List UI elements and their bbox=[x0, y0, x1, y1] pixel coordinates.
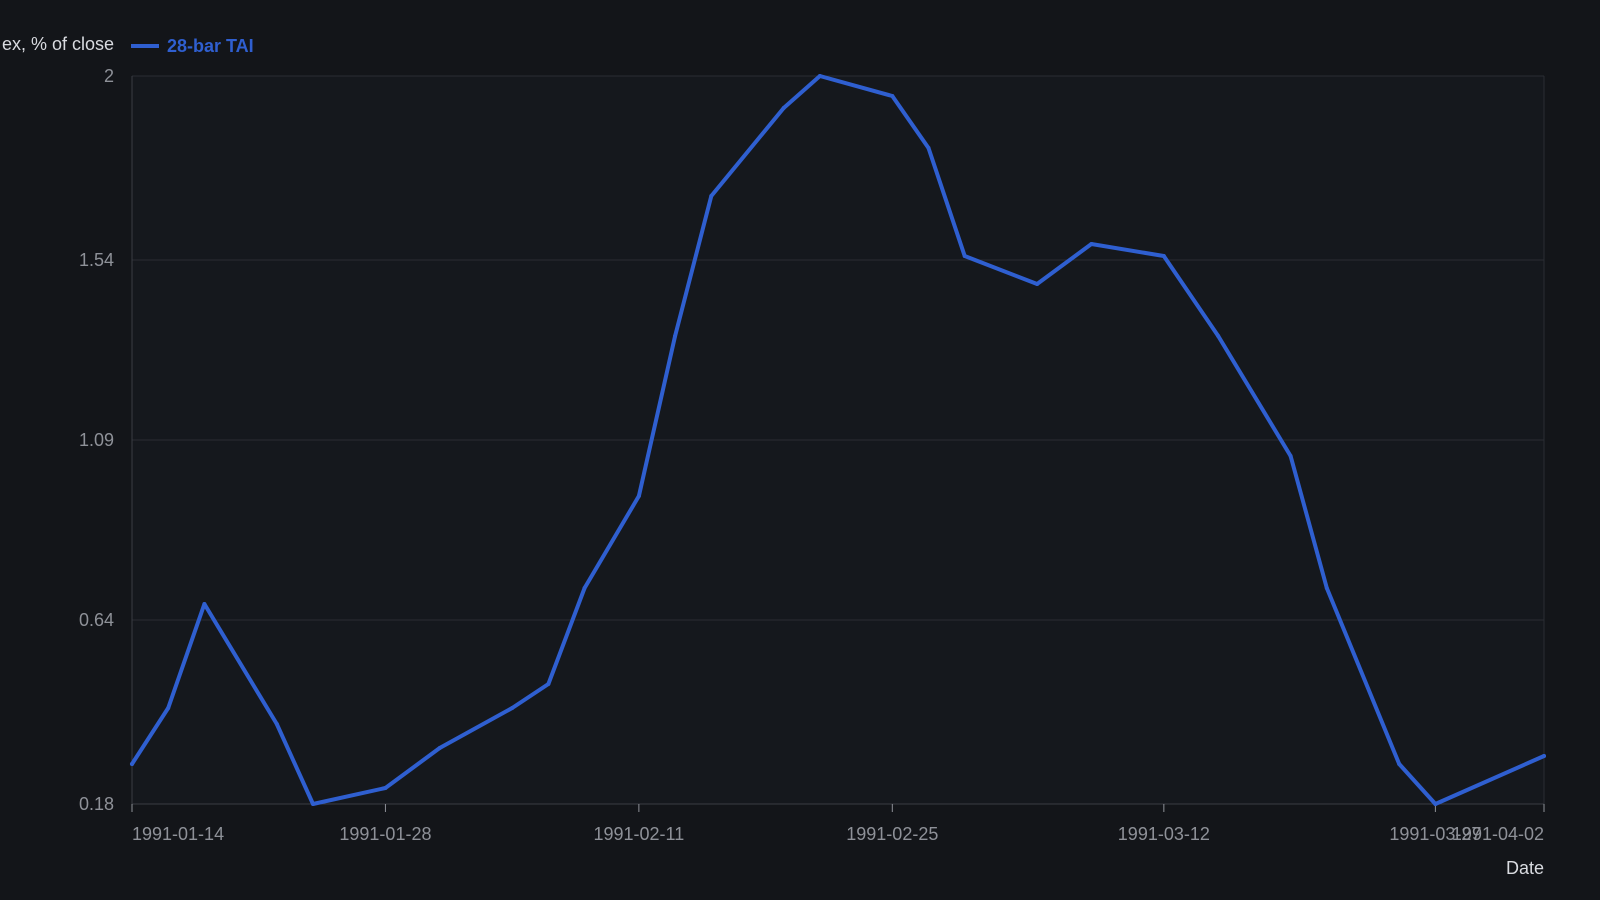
y-tick-label: 2 bbox=[104, 66, 114, 86]
data-point[interactable] bbox=[383, 786, 388, 790]
tai-line-chart: 0.18 0.64 1.09 1.54 2 1991-01-14 1991-01-28 19… bbox=[0, 0, 1600, 900]
data-point[interactable] bbox=[510, 706, 515, 710]
data-point[interactable] bbox=[1542, 754, 1546, 758]
data-point[interactable] bbox=[546, 682, 551, 686]
x-tick-label: 1991-01-14 bbox=[132, 824, 224, 844]
data-point[interactable] bbox=[1324, 586, 1329, 590]
data-point[interactable] bbox=[1397, 762, 1402, 766]
data-point[interactable] bbox=[1288, 454, 1293, 458]
data-point[interactable] bbox=[202, 602, 207, 606]
x-tick-label: 1991-02-11 bbox=[593, 824, 684, 844]
data-point[interactable] bbox=[1161, 254, 1166, 258]
data-point[interactable] bbox=[166, 706, 171, 710]
y-tick-label: 1.09 bbox=[79, 430, 114, 450]
data-point[interactable] bbox=[709, 194, 714, 198]
y-axis-title: ex, % of close bbox=[2, 34, 114, 54]
x-axis-title: Date bbox=[1506, 858, 1544, 878]
x-tick-label: 1991-04-02 bbox=[1452, 824, 1544, 844]
data-point[interactable] bbox=[274, 722, 279, 726]
data-point[interactable] bbox=[1035, 282, 1040, 286]
data-point[interactable] bbox=[311, 802, 316, 806]
x-tick-label: 1991-02-25 bbox=[846, 824, 938, 844]
data-point[interactable] bbox=[781, 106, 786, 110]
data-point[interactable] bbox=[962, 254, 967, 258]
data-point[interactable] bbox=[582, 586, 587, 590]
x-tick-label: 1991-01-28 bbox=[339, 824, 431, 844]
y-tick-label: 1.54 bbox=[79, 250, 114, 270]
data-point[interactable] bbox=[130, 762, 134, 766]
data-point[interactable] bbox=[673, 334, 678, 338]
data-point[interactable] bbox=[1433, 802, 1438, 806]
data-point[interactable] bbox=[636, 494, 641, 498]
data-point[interactable] bbox=[1089, 242, 1094, 246]
y-tick-label: 0.64 bbox=[79, 610, 114, 630]
x-tick-label: 1991-03-12 bbox=[1118, 824, 1210, 844]
y-tick-label: 0.18 bbox=[79, 794, 114, 814]
data-point[interactable] bbox=[1216, 334, 1221, 338]
data-point[interactable] bbox=[926, 146, 931, 150]
data-point[interactable] bbox=[817, 74, 822, 78]
data-point[interactable] bbox=[890, 94, 895, 98]
data-point[interactable] bbox=[437, 746, 442, 750]
legend-item-28-bar-tai[interactable]: 28-bar TAI bbox=[167, 36, 254, 56]
